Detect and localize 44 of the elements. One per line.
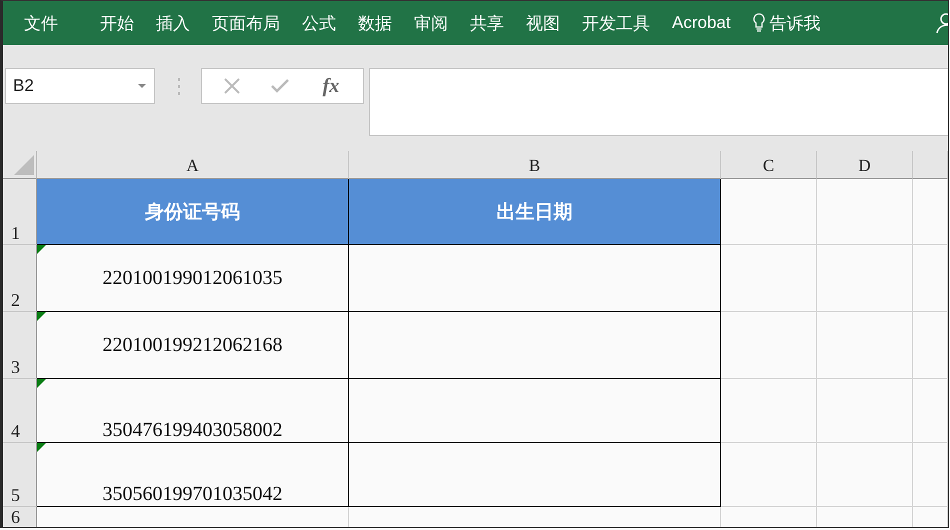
ribbon-tab[interactable]: Acrobat [672,13,731,33]
dropdown-caret-icon[interactable] [138,84,146,88]
ribbon-tab[interactable]: 视图 [526,12,560,34]
ribbon-tab[interactable]: 文件 [24,12,58,34]
header-cell: 身份证号码 [37,179,349,245]
table-cell [913,312,948,379]
grip-icon [177,78,181,96]
ribbon-tab[interactable]: 共享 [470,12,504,34]
ribbon-tab[interactable]: 插入 [156,12,190,34]
table-cell [913,179,948,245]
row-header[interactable]: 2 [3,245,37,312]
row-header[interactable]: 6 [3,507,37,527]
check-icon[interactable] [271,79,290,93]
ribbon-tab[interactable]: 数据 [358,12,392,34]
row-header[interactable]: 1 [3,179,37,245]
row-header[interactable]: 5 [3,443,37,507]
table-cell: 220100199012061035 [37,245,349,312]
header-cell: 出生日期 [349,179,721,245]
table-cell [913,443,948,507]
formula-input[interactable] [369,68,948,136]
ribbon-tab[interactable]: 开发工具 [582,12,650,34]
column-header[interactable]: B [349,151,721,179]
row-header[interactable]: 3 [3,312,37,379]
column-header[interactable]: D [817,151,913,179]
ribbon-tab[interactable]: 公式 [302,12,336,34]
ribbon-tab[interactable]: 审阅 [414,12,448,34]
ribbon-tab[interactable]: 开始 [100,12,134,34]
table-cell: 350560199701035042 [37,443,349,507]
ribbon-tab[interactable]: 页面布局 [212,12,280,34]
tell-me-search[interactable]: 告诉我 [752,12,821,34]
column-header[interactable]: A [37,151,349,179]
table-cell [913,379,948,443]
column-header[interactable]: C [721,151,817,179]
cancel-icon[interactable] [224,78,240,94]
column-header[interactable] [913,151,948,179]
person-icon[interactable] [936,12,948,34]
insert-function-button[interactable]: fx [320,74,342,98]
lightbulb-icon [752,13,765,33]
table-cell [913,245,948,312]
table-cell: 220100199212062168 [37,312,349,379]
select-all-icon[interactable] [14,155,34,175]
table-cell: 350476199403058002 [37,379,349,443]
row-header[interactable]: 4 [3,379,37,443]
name-box[interactable]: B2 [5,68,155,104]
